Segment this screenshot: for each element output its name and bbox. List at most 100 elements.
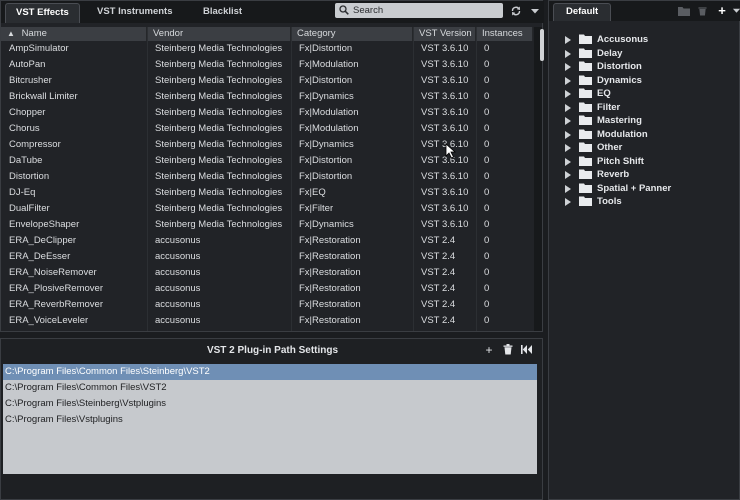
expand-arrow-icon[interactable] <box>565 90 571 98</box>
expand-arrow-icon[interactable] <box>565 76 571 85</box>
folder-item[interactable]: Dynamics <box>565 74 735 87</box>
add-icon[interactable]: + <box>482 343 496 357</box>
path-list-item[interactable]: C:\Program Files\Common Files\VST2 <box>3 380 537 396</box>
cell-vendor: Steinberg Media Technologies <box>155 107 283 118</box>
folder-item[interactable]: Modulation <box>565 128 735 141</box>
cell-instances: 0 <box>484 171 490 182</box>
cell-category: Fx|Modulation <box>299 107 359 118</box>
column-header-vst-version[interactable]: VST Version <box>413 27 476 41</box>
folder-label: Mastering <box>597 115 642 126</box>
folder-label: Delay <box>597 47 623 59</box>
table-row[interactable]: Bitcrusher Steinberg Media Technologies Fx… <box>1 73 533 89</box>
cell-category: Fx|Distortion <box>299 155 353 166</box>
expand-arrow-icon[interactable] <box>565 130 571 139</box>
search-input[interactable]: Search <box>335 3 503 18</box>
cell-name: ERA_DeClipper <box>9 235 77 246</box>
folder-item[interactable]: Tools <box>565 195 735 208</box>
folder-item[interactable]: Other <box>565 141 735 154</box>
tab-vst-instruments[interactable]: VST Instruments <box>87 3 183 23</box>
cell-name: Compressor <box>9 139 61 150</box>
path-list-item[interactable]: C:\Program Files\Vstplugins <box>3 412 537 428</box>
path-list-item[interactable]: C:\Program Files\Common Files\Steinberg\… <box>3 364 537 380</box>
table-row[interactable]: ERA_DeClipper accusonus Fx|Restoration VST … <box>1 233 533 249</box>
folder-label: Pitch Shift <box>597 155 644 167</box>
dropdown-icon[interactable] <box>729 4 740 18</box>
folder-label: Spatial + Panner <box>597 182 672 194</box>
cell-instances: 0 <box>484 123 490 134</box>
refresh-icon[interactable] <box>508 3 524 19</box>
cell-vendor: accusonus <box>155 235 201 246</box>
table-row[interactable]: Distortion Steinberg Media Technologies Fx… <box>1 169 533 185</box>
cell-instances: 0 <box>484 187 490 198</box>
table-row[interactable]: AmpSimulator Steinberg Media Technologies… <box>1 41 533 57</box>
cell-name: DualFilter <box>9 203 50 214</box>
table-row[interactable]: Chopper Steinberg Media Technologies Fx|Mo… <box>1 105 533 121</box>
column-header-name[interactable]: ▲ Name <box>1 27 147 41</box>
table-row[interactable]: ERA_NoiseRemover accusonus Fx|Restoration V… <box>1 265 533 281</box>
path-list-item[interactable]: C:\Program Files\Steinberg\Vstplugins <box>3 396 537 412</box>
table-row[interactable]: ERA_ReverbRemover accusonus Fx|Restoration… <box>1 297 533 313</box>
trash-icon[interactable] <box>695 4 709 18</box>
cell-vst-version: VST 2.4 <box>421 235 456 246</box>
tab-blacklist[interactable]: Blacklist <box>193 3 252 23</box>
sort-ascending-icon: ▲ <box>7 29 15 38</box>
folder-icon <box>579 183 592 193</box>
cell-instances: 0 <box>484 283 490 294</box>
table-scrollbar[interactable] <box>534 27 542 331</box>
add-icon[interactable]: + <box>715 4 729 18</box>
cell-category: Fx|Restoration <box>299 267 361 278</box>
table-row[interactable]: ERA_VoiceLeveler accusonus Fx|Restoration V… <box>1 313 533 329</box>
expand-arrow-icon[interactable] <box>565 171 571 179</box>
folder-item[interactable]: Filter <box>565 101 735 114</box>
cell-instances: 0 <box>484 43 490 54</box>
column-header-category[interactable]: Category <box>291 27 413 41</box>
cell-vendor: Steinberg Media Technologies <box>155 139 283 150</box>
cell-instances: 0 <box>484 203 490 214</box>
cell-vst-version: VST 3.6.10 <box>421 123 469 134</box>
cell-category: Fx|Distortion <box>299 43 353 54</box>
folder-item[interactable]: Reverb <box>565 168 735 181</box>
cell-category: Fx|Modulation <box>299 123 359 134</box>
folder-item[interactable]: Spatial + Panner <box>565 182 735 195</box>
expand-arrow-icon[interactable] <box>565 198 571 206</box>
table-row[interactable]: ERA_PlosiveRemover accusonus Fx|Restoratio… <box>1 281 533 297</box>
table-row[interactable]: DualFilter Steinberg Media Technologies Fx… <box>1 201 533 217</box>
expand-arrow-icon[interactable] <box>565 36 571 44</box>
folder-item[interactable]: Mastering <box>565 114 735 127</box>
expand-arrow-icon[interactable] <box>565 49 571 58</box>
cell-vst-version: VST 2.4 <box>421 267 456 278</box>
table-row[interactable]: Chorus Steinberg Media Technologies Fx|Mod… <box>1 121 533 137</box>
table-header: ▲ Name Vendor Category VST Version Insta… <box>1 27 533 41</box>
table-row[interactable]: EnvelopeShaper Steinberg Media Technologi… <box>1 217 533 233</box>
folder-item[interactable]: Pitch Shift <box>565 155 735 168</box>
expand-arrow-icon[interactable] <box>565 157 571 166</box>
expand-arrow-icon[interactable] <box>565 117 571 125</box>
expand-arrow-icon[interactable] <box>565 144 571 152</box>
cell-category: Fx|Distortion <box>299 75 353 86</box>
table-row[interactable]: AutoPan Steinberg Media Technologies Fx|Mo… <box>1 57 533 73</box>
folder-item[interactable]: Distortion <box>565 60 735 73</box>
trash-icon[interactable] <box>501 343 515 357</box>
folder-item[interactable]: EQ <box>565 87 735 100</box>
tab-default-collection[interactable]: Default <box>553 3 611 21</box>
search-icon <box>339 5 349 15</box>
folder-item[interactable]: Delay <box>565 47 735 60</box>
expand-arrow-icon[interactable] <box>565 184 571 193</box>
cell-vst-version: VST 3.6.10 <box>421 43 469 54</box>
column-header-instances[interactable]: Instances <box>476 27 533 41</box>
table-row[interactable]: DJ-Eq Steinberg Media Technologies Fx|EQ VS… <box>1 185 533 201</box>
new-folder-icon[interactable] <box>677 4 691 18</box>
expand-arrow-icon[interactable] <box>565 63 571 71</box>
table-row[interactable]: ERA_DeEsser accusonus Fx|Restoration VST 2.… <box>1 249 533 265</box>
expand-arrow-icon[interactable] <box>565 103 571 112</box>
cell-vendor: Steinberg Media Technologies <box>155 91 283 102</box>
column-header-vendor[interactable]: Vendor <box>147 27 291 41</box>
cell-vst-version: VST 3.6.10 <box>421 75 469 86</box>
table-scrollbar-thumb[interactable] <box>540 29 544 61</box>
tab-vst-effects[interactable]: VST Effects <box>5 3 80 23</box>
dropdown-icon[interactable] <box>527 3 543 19</box>
table-row[interactable]: Brickwall Limiter Steinberg Media Technol… <box>1 89 533 105</box>
folder-icon <box>579 48 592 58</box>
folder-item[interactable]: Accusonus <box>565 33 735 46</box>
reset-icon[interactable] <box>519 343 533 357</box>
